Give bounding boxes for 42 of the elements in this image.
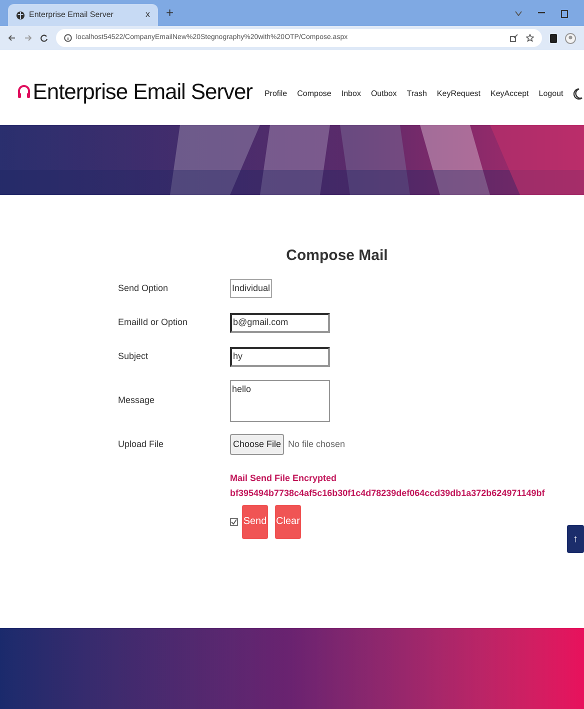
file-status: No file chosen [288, 438, 346, 451]
profile-icon[interactable] [565, 32, 576, 44]
browser-tab[interactable]: Enterprise Email Server x [8, 4, 158, 26]
encryption-hash: bf395494b7738c4af5c16b30f1c4d78239def064ccd39db1a372b624971149bf [230, 487, 546, 500]
choose-file-button[interactable]: Choose File [230, 434, 284, 456]
globe-icon [16, 10, 25, 20]
message-field[interactable]: hello [230, 380, 330, 422]
dropdown[interactable]: Individual [230, 278, 272, 298]
nav-link[interactable]: Trash [406, 88, 427, 100]
field-label: Upload File [118, 438, 165, 451]
star-icon[interactable] [526, 34, 534, 42]
status-message: Mail Send File Encrypted [230, 472, 338, 485]
info-icon[interactable] [64, 34, 72, 42]
scroll-top-button[interactable]: ↑ [567, 525, 584, 553]
nav-link[interactable]: Logout [538, 88, 564, 100]
minimize-icon[interactable] [538, 12, 545, 14]
field-label: EmailId or Option [118, 316, 189, 329]
brand-title: Enterprise Email Server [32, 78, 252, 106]
new-tab-button[interactable]: + [166, 3, 174, 23]
field-label: Message [118, 394, 156, 407]
chevron-icon[interactable] [515, 10, 522, 16]
nav-link[interactable]: KeyRequest [436, 88, 480, 100]
nav-link[interactable]: KeyAccept [490, 88, 529, 100]
share-icon[interactable] [510, 34, 518, 42]
reload-icon[interactable] [40, 34, 48, 42]
field-label: Subject [118, 350, 150, 363]
text-field[interactable]: b@gmail.com [230, 312, 330, 332]
sidebar-icon[interactable] [550, 34, 557, 42]
checkbox[interactable] [230, 518, 238, 526]
moon-icon[interactable] [573, 88, 584, 100]
close-icon[interactable]: x [146, 8, 150, 22]
nav-link[interactable]: Outbox [370, 88, 397, 100]
nav-link[interactable]: Inbox [341, 88, 361, 100]
back-icon[interactable] [8, 34, 16, 42]
text-field[interactable]: hy [230, 346, 330, 366]
nav-link[interactable]: Compose [297, 88, 332, 100]
headset-icon [16, 84, 31, 100]
nav-link[interactable]: Profile [264, 88, 288, 100]
restore-icon[interactable] [561, 8, 568, 18]
tab-title: Enterprise Email Server [29, 9, 114, 21]
field-label: Send Option [118, 282, 170, 295]
form-title: Compose Mail [285, 246, 389, 266]
